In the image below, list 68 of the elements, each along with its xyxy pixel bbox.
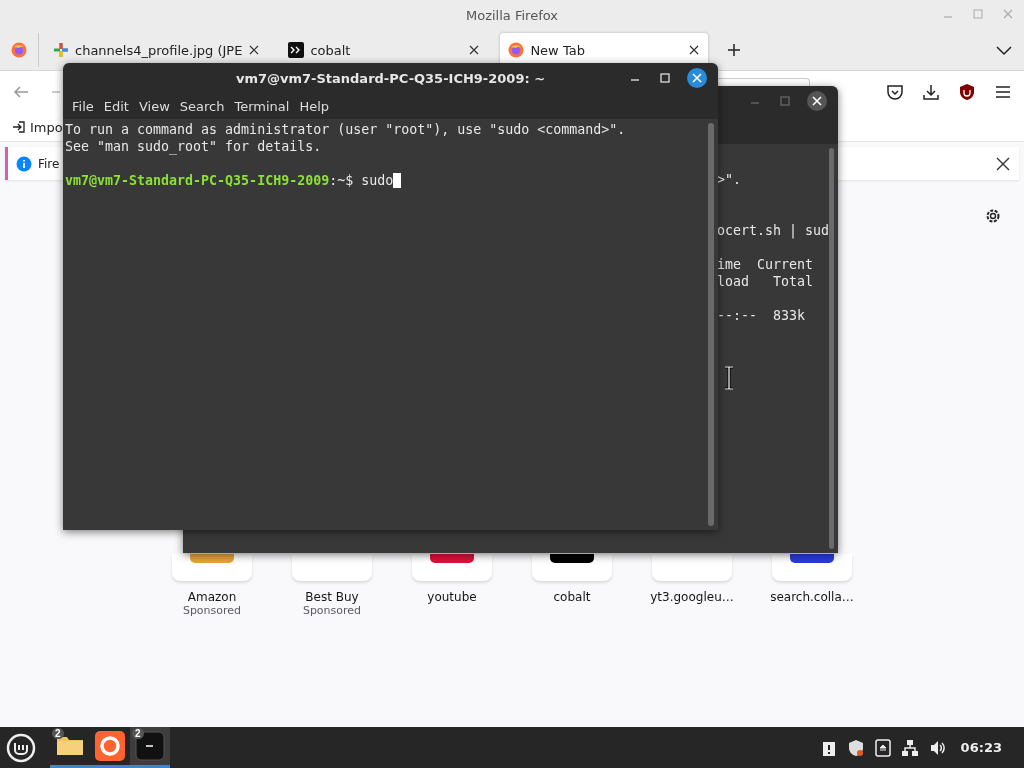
terminal-cursor bbox=[393, 173, 402, 188]
eject-icon[interactable] bbox=[874, 738, 891, 757]
import-icon[interactable] bbox=[12, 120, 26, 134]
text-cursor-icon bbox=[723, 366, 735, 390]
info-icon bbox=[16, 155, 32, 172]
browser-tab[interactable]: cobalt bbox=[280, 33, 489, 67]
terminal-output: See "man sudo_root" for details. bbox=[65, 139, 322, 154]
scrollbar[interactable] bbox=[708, 123, 714, 526]
firefox-icon[interactable] bbox=[11, 42, 27, 58]
download-icon[interactable] bbox=[922, 83, 940, 101]
shortcut-label[interactable]: youtube bbox=[427, 590, 477, 604]
typed-command: sudo bbox=[360, 173, 394, 188]
notification-text: Fire bbox=[38, 156, 60, 171]
prompt-user: vm7@vm7-Standard-PC-Q35-ICH9-2009 bbox=[65, 173, 330, 188]
terminal-output: To run a command as administrator (user "root"), use "sudo <command>". bbox=[65, 122, 626, 137]
menu-item[interactable]: Terminal bbox=[229, 98, 295, 114]
shortcut-tile[interactable] bbox=[652, 554, 732, 581]
menu-item[interactable]: View bbox=[133, 98, 175, 114]
scrollbar[interactable] bbox=[829, 148, 834, 549]
window-title: Mozilla Firefox bbox=[466, 7, 558, 23]
menu-item[interactable]: File bbox=[67, 98, 99, 114]
shortcut-tile[interactable] bbox=[412, 554, 492, 581]
menu-icon[interactable] bbox=[994, 83, 1012, 101]
taskbar-app[interactable]: 2 bbox=[130, 727, 170, 768]
count-badge: 2 bbox=[52, 728, 64, 739]
firefox-icon bbox=[508, 42, 525, 58]
network-icon[interactable] bbox=[900, 738, 919, 757]
close-icon[interactable] bbox=[688, 44, 701, 56]
mint-logo-icon[interactable] bbox=[6, 732, 36, 763]
close-icon[interactable] bbox=[995, 155, 1011, 172]
terminal-output: >". bbox=[717, 172, 742, 187]
shield-icon[interactable] bbox=[846, 738, 865, 757]
shield-icon[interactable] bbox=[958, 83, 976, 101]
bookmark-link[interactable]: Impo bbox=[30, 119, 63, 135]
shortcut-label[interactable]: search.colla… bbox=[770, 590, 854, 604]
close-icon[interactable] bbox=[686, 67, 708, 89]
menu-item[interactable]: Help bbox=[294, 98, 335, 114]
shortcut-tile[interactable] bbox=[532, 554, 612, 581]
sponsored-label: Sponsored bbox=[302, 604, 362, 617]
new-tab-icon[interactable] bbox=[726, 42, 743, 58]
menu-item[interactable]: Edit bbox=[98, 98, 134, 114]
menu-item[interactable]: Search bbox=[174, 98, 230, 114]
shortcut-tile[interactable] bbox=[772, 554, 852, 581]
shortcut-label[interactable]: cobalt bbox=[553, 590, 591, 604]
firefox-icon bbox=[95, 731, 125, 761]
pinwheel-icon bbox=[53, 42, 69, 58]
window-title: vm7@vm7-Standard-PC-Q35-ICH9-2009: ~ bbox=[235, 70, 546, 86]
close-icon[interactable] bbox=[468, 44, 481, 56]
shortcut-label[interactable]: yt3.googleu… bbox=[650, 590, 734, 604]
taskbar-app[interactable]: 2 bbox=[50, 727, 90, 768]
terminal-output: ime Current bbox=[717, 257, 814, 272]
terminal-icon bbox=[288, 42, 305, 58]
terminal-output: load Total bbox=[717, 274, 814, 289]
shortcut-tile[interactable] bbox=[172, 554, 252, 581]
terminal-output: --:-- 833k bbox=[717, 308, 806, 323]
clock[interactable]: 06:23 bbox=[960, 740, 1002, 755]
shortcut-label[interactable]: Amazon bbox=[187, 590, 237, 604]
settings-icon[interactable] bbox=[984, 207, 1002, 225]
close-icon[interactable] bbox=[806, 90, 828, 112]
count-badge: 2 bbox=[132, 728, 144, 739]
terminal-output: ocert.sh | sud bbox=[717, 223, 830, 238]
prompt-path: :~$ bbox=[329, 173, 354, 188]
shortcut-label[interactable]: Best Buy bbox=[305, 590, 359, 604]
shortcut-tile[interactable] bbox=[292, 554, 372, 581]
close-icon[interactable] bbox=[248, 44, 261, 56]
terminal-icon bbox=[135, 731, 165, 761]
sponsored-label: Sponsored bbox=[182, 604, 242, 617]
pocket-icon[interactable] bbox=[886, 83, 904, 101]
